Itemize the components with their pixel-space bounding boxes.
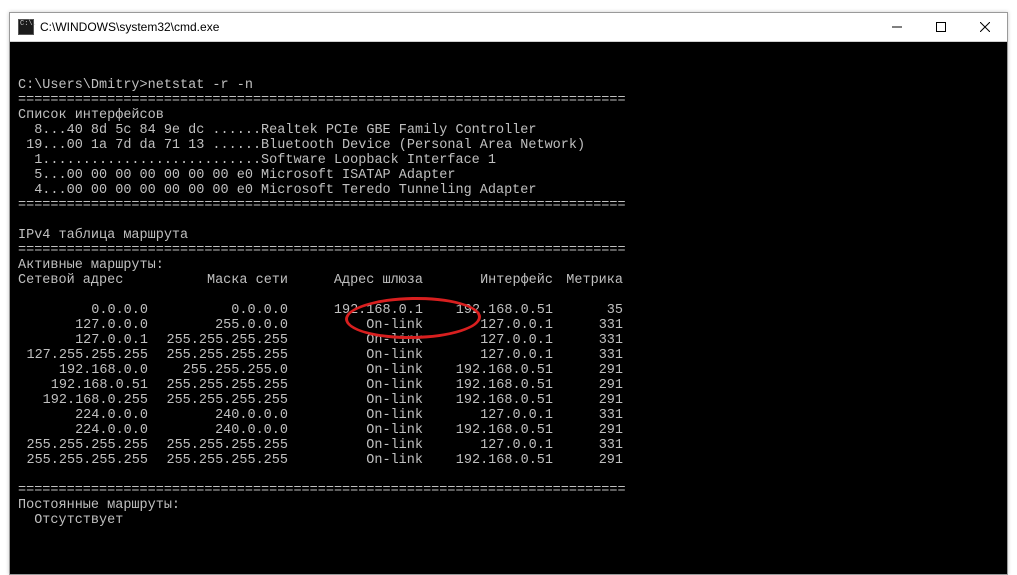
interface-line: 4...00 00 00 00 00 00 00 e0 Microsoft Te…	[18, 183, 536, 198]
route-cell-iface: 127.0.0.1	[423, 408, 553, 423]
route-cell-iface: 127.0.0.1	[423, 333, 553, 348]
route-cell-iface: 192.168.0.51	[423, 453, 553, 468]
route-cell-gw: On-link	[288, 333, 423, 348]
route-cell-metric: 331	[553, 318, 623, 333]
route-cell-mask: 255.255.255.255	[148, 453, 288, 468]
route-cell-net: 255.255.255.255	[18, 453, 148, 468]
route-cell-mask: 255.0.0.0	[148, 318, 288, 333]
route-cell-metric: 291	[553, 453, 623, 468]
route-row: 224.0.0.0240.0.0.0On-link192.168.0.51291	[18, 423, 999, 438]
route-cell-mask: 255.255.255.255	[148, 378, 288, 393]
route-row: 127.0.0.0255.0.0.0On-link127.0.0.1331	[18, 318, 999, 333]
route-cell-gw: On-link	[288, 438, 423, 453]
route-row: 255.255.255.255255.255.255.255On-link192…	[18, 453, 999, 468]
route-cell-iface: 192.168.0.51	[423, 393, 553, 408]
cmd-window: C:\. C:\WINDOWS\system32\cmd.exe C:\User…	[9, 12, 1008, 575]
persistent-header: Постоянные маршруты:	[18, 498, 180, 513]
interface-line: 8...40 8d 5c 84 9e dc ......Realtek PCIe…	[18, 123, 536, 138]
route-cell-gw: On-link	[288, 363, 423, 378]
route-cell-gw: On-link	[288, 393, 423, 408]
persistent-none: Отсутствует	[34, 513, 123, 528]
route-row: 127.255.255.255255.255.255.255On-link127…	[18, 348, 999, 363]
interface-line: 19...00 1a 7d da 71 13 ......Bluetooth D…	[18, 138, 585, 153]
route-cell-gw: On-link	[288, 318, 423, 333]
route-row: 255.255.255.255255.255.255.255On-link127…	[18, 438, 999, 453]
route-cell-iface: 127.0.0.1	[423, 318, 553, 333]
titlebar[interactable]: C:\. C:\WINDOWS\system32\cmd.exe	[10, 13, 1007, 42]
route-cell-net: 192.168.0.255	[18, 393, 148, 408]
route-cell-mask: 255.255.255.255	[148, 438, 288, 453]
route-cell-mask: 240.0.0.0	[148, 408, 288, 423]
route-cell-metric: 331	[553, 438, 623, 453]
route-cell-net: 255.255.255.255	[18, 438, 148, 453]
route-cell-mask: 255.255.255.255	[148, 348, 288, 363]
route-cell-net: 127.0.0.0	[18, 318, 148, 333]
route-cell-net: 127.0.0.1	[18, 333, 148, 348]
route-cell-iface: 127.0.0.1	[423, 348, 553, 363]
route-cell-gw: 192.168.0.1	[288, 303, 423, 318]
route-cell-mask: 240.0.0.0	[148, 423, 288, 438]
col-net: Сетевой адрес	[18, 273, 148, 288]
route-cell-metric: 331	[553, 408, 623, 423]
col-metric: Метрика	[553, 273, 623, 288]
interface-line: 5...00 00 00 00 00 00 00 e0 Microsoft IS…	[18, 168, 455, 183]
prompt-cwd: C:\Users\Dmitry>	[18, 78, 148, 93]
route-row: 192.168.0.255255.255.255.255On-link192.1…	[18, 393, 999, 408]
interfaces-header: Список интерфейсов	[18, 108, 164, 123]
route-cell-net: 192.168.0.51	[18, 378, 148, 393]
minimize-button[interactable]	[875, 13, 919, 41]
route-cell-mask: 255.255.255.255	[148, 393, 288, 408]
route-cell-net: 224.0.0.0	[18, 408, 148, 423]
route-row: 127.0.0.1255.255.255.255On-link127.0.0.1…	[18, 333, 999, 348]
route-row: 192.168.0.51255.255.255.255On-link192.16…	[18, 378, 999, 393]
route-cell-iface: 192.168.0.51	[423, 363, 553, 378]
route-cell-gw: On-link	[288, 423, 423, 438]
terminal-output[interactable]: C:\Users\Dmitry>netstat -r -n ==========…	[10, 42, 1007, 574]
cmd-icon: C:\.	[18, 19, 34, 35]
route-cell-metric: 35	[553, 303, 623, 318]
route-cell-metric: 291	[553, 363, 623, 378]
rule: ========================================…	[18, 483, 626, 498]
col-gateway: Адрес шлюза	[288, 273, 423, 288]
route-cell-iface: 192.168.0.51	[423, 303, 553, 318]
rule: ========================================…	[18, 243, 626, 258]
route-header-row: Сетевой адресМаска сетиАдрес шлюзаИнтерф…	[18, 273, 999, 288]
rule: ========================================…	[18, 93, 626, 108]
route-cell-gw: On-link	[288, 348, 423, 363]
active-routes-header: Активные маршруты:	[18, 258, 164, 273]
window-title: C:\WINDOWS\system32\cmd.exe	[40, 20, 875, 34]
col-mask: Маска сети	[148, 273, 288, 288]
route-cell-net: 0.0.0.0	[18, 303, 148, 318]
route-cell-metric: 291	[553, 393, 623, 408]
route-cell-net: 192.168.0.0	[18, 363, 148, 378]
route-row: 192.168.0.0255.255.255.0On-link192.168.0…	[18, 363, 999, 378]
route-cell-mask: 255.255.255.0	[148, 363, 288, 378]
route-cell-metric: 331	[553, 333, 623, 348]
route-cell-metric: 291	[553, 378, 623, 393]
route-cell-metric: 331	[553, 348, 623, 363]
route-cell-gw: On-link	[288, 453, 423, 468]
route-cell-iface: 192.168.0.51	[423, 378, 553, 393]
route-cell-iface: 127.0.0.1	[423, 438, 553, 453]
maximize-button[interactable]	[919, 13, 963, 41]
route-cell-gw: On-link	[288, 408, 423, 423]
route-row: 224.0.0.0240.0.0.0On-link127.0.0.1331	[18, 408, 999, 423]
route-cell-mask: 0.0.0.0	[148, 303, 288, 318]
route-cell-net: 127.255.255.255	[18, 348, 148, 363]
col-interface: Интерфейс	[423, 273, 553, 288]
route-row: 0.0.0.00.0.0.0192.168.0.1192.168.0.5135	[18, 303, 999, 318]
ipv4-header: IPv4 таблица маршрута	[18, 228, 188, 243]
prompt-cmd: netstat -r -n	[148, 78, 253, 93]
interface-line: 1...........................Software Loo…	[18, 153, 496, 168]
rule: ========================================…	[18, 198, 626, 213]
route-cell-iface: 192.168.0.51	[423, 423, 553, 438]
route-cell-mask: 255.255.255.255	[148, 333, 288, 348]
close-button[interactable]	[963, 13, 1007, 41]
route-cell-net: 224.0.0.0	[18, 423, 148, 438]
route-cell-gw: On-link	[288, 378, 423, 393]
route-cell-metric: 291	[553, 423, 623, 438]
